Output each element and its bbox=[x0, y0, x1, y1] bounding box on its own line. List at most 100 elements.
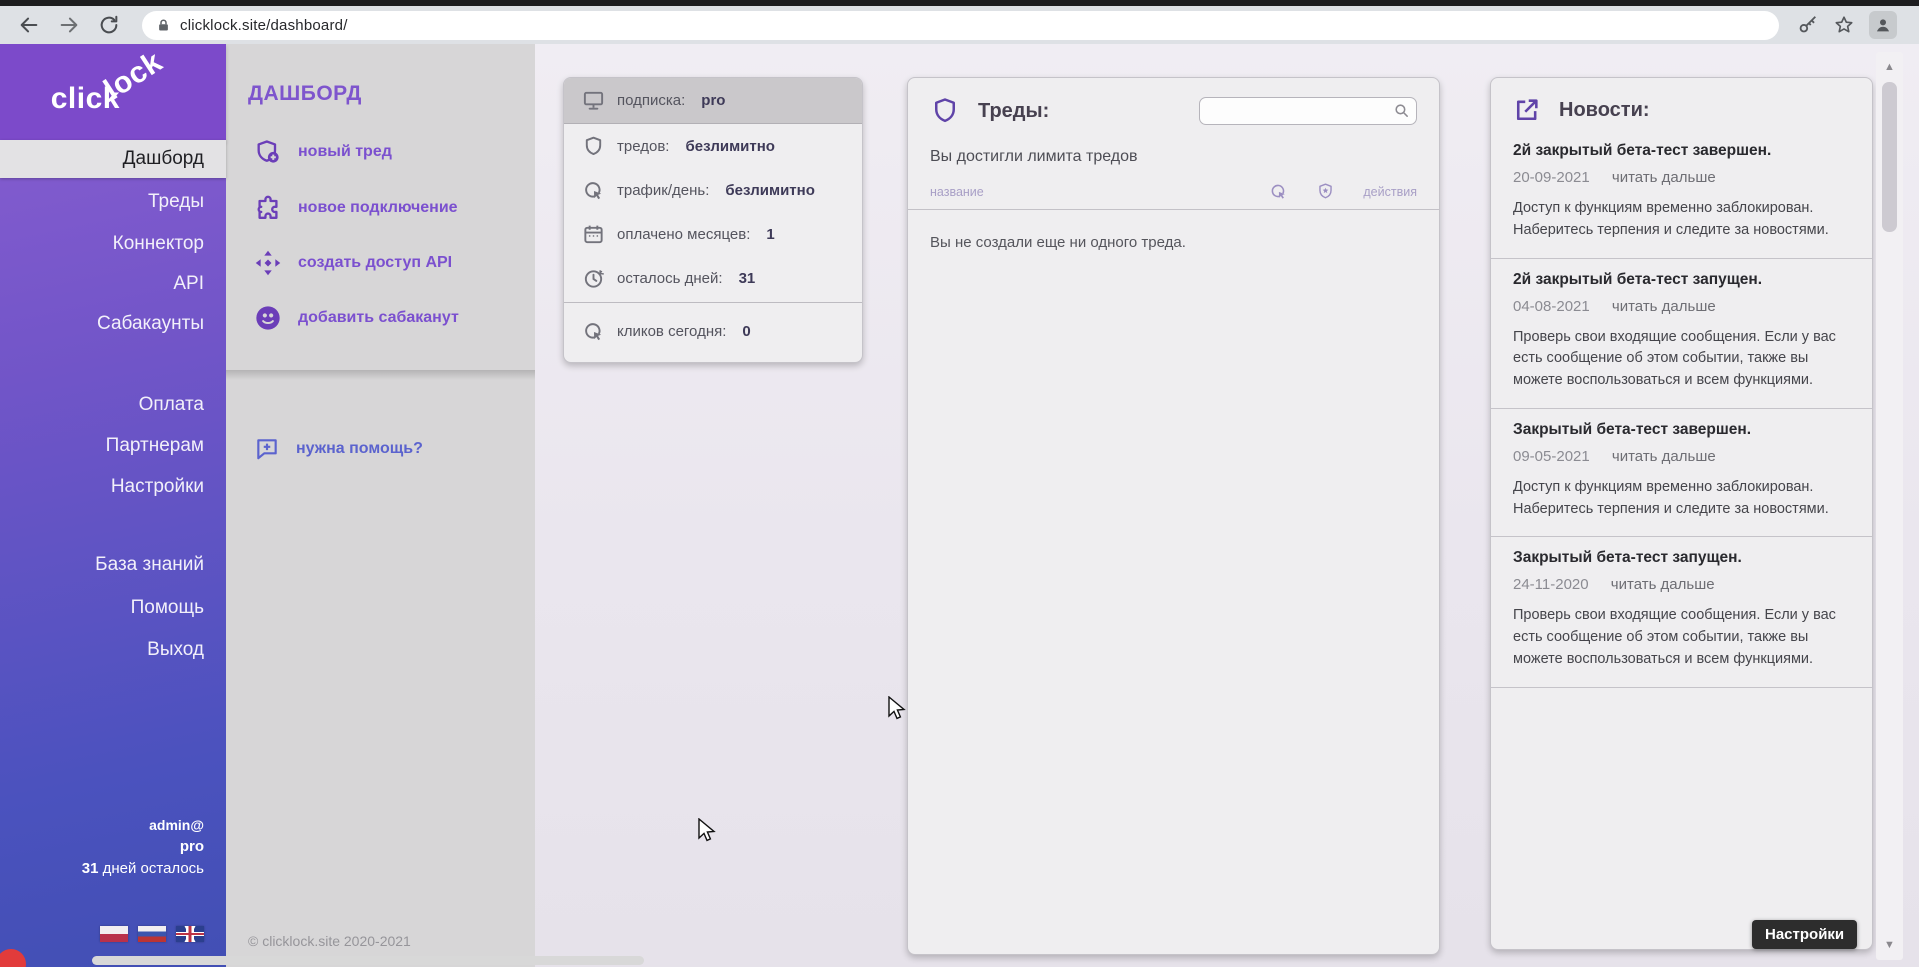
read-more-link[interactable]: читать дальше bbox=[1611, 576, 1715, 593]
news-footer-empty bbox=[1491, 687, 1872, 759]
threads-search-input[interactable] bbox=[1199, 97, 1417, 125]
search-icon[interactable] bbox=[1393, 102, 1410, 119]
news-item-title: Закрытый бета-тест завершен. bbox=[1513, 421, 1850, 439]
user-plan: pro bbox=[0, 836, 204, 858]
page-scrollbar[interactable]: ▲ ▼ bbox=[1876, 52, 1903, 960]
sidebar: clicklock Дашборд Треды Коннектор API Са… bbox=[0, 44, 226, 967]
sidebar-item-connector[interactable]: Коннектор bbox=[0, 233, 226, 255]
news-item: 2й закрытый бета-тест завершен. 20-09-20… bbox=[1491, 130, 1872, 258]
sidebar-item-settings[interactable]: Настройки bbox=[0, 476, 226, 498]
column-name[interactable]: название bbox=[930, 185, 984, 199]
new-connection-button[interactable]: новое подключение bbox=[254, 194, 458, 222]
flag-uk-icon[interactable] bbox=[176, 926, 204, 942]
news-item-date: 09-05-2021 bbox=[1513, 448, 1590, 465]
shield-star-column-icon[interactable] bbox=[1316, 182, 1335, 201]
stat-label: подписка: bbox=[617, 92, 685, 109]
stat-row-traffic: трафик/день: безлимитно bbox=[564, 168, 862, 212]
news-item-date: 20-09-2021 bbox=[1513, 169, 1590, 186]
sidebar-item-knowledge-base[interactable]: База знаний bbox=[0, 554, 226, 576]
click-icon bbox=[582, 179, 605, 202]
calendar-icon bbox=[582, 223, 605, 246]
flag-russia-icon[interactable] bbox=[138, 926, 166, 942]
add-subaccount-button[interactable]: добавить сабаканут bbox=[254, 304, 459, 332]
news-item-date: 04-08-2021 bbox=[1513, 298, 1590, 315]
news-item-title: 2й закрытый бета-тест запущен. bbox=[1513, 271, 1850, 289]
news-item-date: 24-11-2020 bbox=[1513, 576, 1589, 593]
news-item-body: Доступ к функциям временно заблокирован.… bbox=[1513, 198, 1850, 242]
news-item-body: Проверь свои входящие сообщения. Если у … bbox=[1513, 605, 1850, 670]
subscription-stats-card: подписка: pro тредов: безлимитно трафик/… bbox=[563, 77, 863, 363]
language-switcher bbox=[100, 926, 204, 942]
monitor-icon bbox=[582, 89, 605, 112]
click-icon bbox=[582, 320, 605, 343]
people-icon bbox=[254, 304, 282, 332]
threads-header: Треды: bbox=[908, 78, 1439, 134]
read-more-link[interactable]: читать дальше bbox=[1612, 448, 1716, 465]
browser-toolbar: clicklock.site/dashboard/ bbox=[0, 6, 1919, 44]
threads-search bbox=[1199, 97, 1417, 125]
sidebar-item-api[interactable]: API bbox=[0, 273, 226, 295]
user-days-left: 31 дней осталось bbox=[0, 858, 204, 880]
news-item-title: Закрытый бета-тест запущен. bbox=[1513, 549, 1850, 567]
stats-divider bbox=[564, 302, 862, 303]
news-item-body: Доступ к функциям временно заблокирован.… bbox=[1513, 477, 1850, 521]
sidebar-item-payment[interactable]: Оплата bbox=[0, 394, 226, 416]
profile-avatar[interactable] bbox=[1869, 11, 1897, 39]
stats-header-row: подписка: pro bbox=[564, 78, 862, 124]
chrome-actions bbox=[1797, 11, 1905, 39]
threads-title: Треды: bbox=[978, 100, 1049, 123]
browser-chrome: clicklock.site/dashboard/ bbox=[0, 0, 1919, 44]
mouse-cursor-icon bbox=[695, 818, 717, 844]
column-actions[interactable]: действия bbox=[1363, 185, 1417, 199]
threads-panel: Треды: Вы достигли лимита тредов названи… bbox=[907, 77, 1440, 955]
puzzle-icon bbox=[254, 194, 282, 222]
read-more-link[interactable]: читать дальше bbox=[1612, 169, 1716, 186]
back-icon[interactable] bbox=[14, 10, 44, 40]
settings-tooltip: Настройки bbox=[1752, 920, 1857, 949]
scrollbar-thumb[interactable] bbox=[1882, 82, 1897, 232]
refresh-icon[interactable] bbox=[94, 10, 124, 40]
dashboard-actions-panel: ДАШБОРД новый тред новое подключение соз… bbox=[226, 44, 535, 967]
sidebar-item-threads[interactable]: Треды bbox=[0, 191, 226, 213]
key-icon[interactable] bbox=[1797, 14, 1819, 36]
panel-title-dashboard: ДАШБОРД bbox=[248, 82, 362, 106]
news-item: Закрытый бета-тест завершен. 09-05-2021 … bbox=[1491, 408, 1872, 537]
new-thread-button[interactable]: новый тред bbox=[254, 138, 392, 166]
section-shadow-divider bbox=[226, 370, 535, 380]
mouse-cursor-icon bbox=[885, 696, 907, 722]
read-more-link[interactable]: читать дальше bbox=[1612, 298, 1716, 315]
scroll-down-icon[interactable]: ▼ bbox=[1876, 934, 1903, 956]
stat-row-clicks-today: кликов сегодня: 0 bbox=[564, 309, 862, 353]
news-panel: Новости: 2й закрытый бета-тест завершен.… bbox=[1490, 77, 1873, 950]
scroll-up-icon[interactable]: ▲ bbox=[1876, 56, 1903, 78]
news-item-title: 2й закрытый бета-тест завершен. bbox=[1513, 142, 1850, 160]
star-icon[interactable] bbox=[1833, 14, 1855, 36]
need-help-button[interactable]: нужна помощь? bbox=[254, 436, 423, 462]
flag-poland-icon[interactable] bbox=[100, 926, 128, 942]
sidebar-item-subaccounts[interactable]: Сабакаунты bbox=[0, 313, 226, 335]
message-plus-icon bbox=[254, 436, 280, 462]
clock-icon bbox=[582, 267, 605, 290]
threads-table-header: название действия bbox=[908, 172, 1439, 210]
stat-row-days-left: осталось дней: 31 bbox=[564, 256, 862, 300]
sidebar-item-partners[interactable]: Партнерам bbox=[0, 435, 226, 457]
create-api-access-button[interactable]: создать доступ API bbox=[254, 249, 452, 277]
lock-icon bbox=[156, 18, 171, 33]
app-logo[interactable]: clicklock bbox=[51, 82, 182, 116]
user-info: admin@ pro 31 дней осталось bbox=[0, 814, 226, 880]
copyright-footer: © clicklock.site 2020-2021 bbox=[248, 933, 411, 949]
sidebar-item-dashboard[interactable]: Дашборд bbox=[0, 140, 226, 178]
forward-icon[interactable] bbox=[54, 10, 84, 40]
url-bar[interactable]: clicklock.site/dashboard/ bbox=[142, 11, 1779, 40]
news-header: Новости: bbox=[1491, 78, 1872, 130]
sidebar-item-logout[interactable]: Выход bbox=[0, 639, 226, 661]
external-link-icon bbox=[1513, 96, 1541, 124]
threads-empty-text: Вы не создали еще ни одного треда. bbox=[908, 210, 1439, 275]
click-column-icon[interactable] bbox=[1269, 182, 1288, 201]
shield-icon bbox=[582, 135, 605, 158]
bottom-bar bbox=[92, 956, 644, 965]
logo-block: clicklock bbox=[0, 44, 226, 141]
url-text: clicklock.site/dashboard/ bbox=[180, 17, 348, 34]
main-content: подписка: pro тредов: безлимитно трафик/… bbox=[535, 44, 1919, 967]
sidebar-item-help[interactable]: Помощь bbox=[0, 597, 226, 619]
